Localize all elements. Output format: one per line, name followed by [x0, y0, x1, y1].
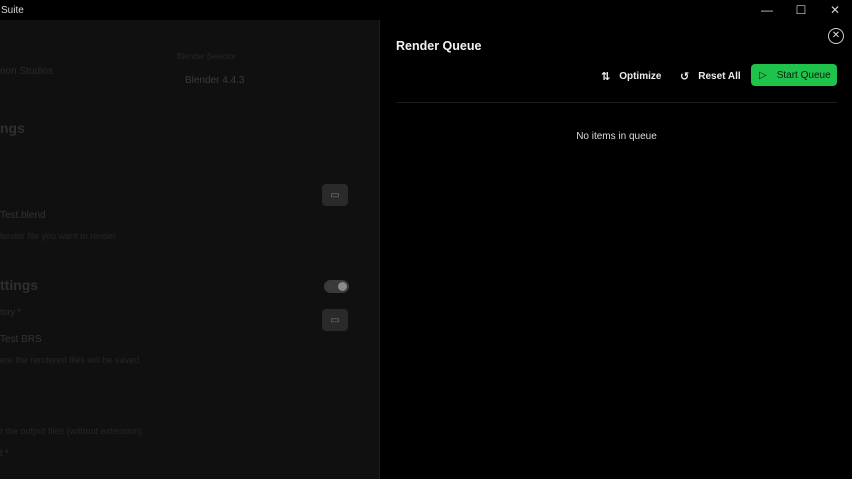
reset-icon: ↺	[680, 70, 690, 83]
output-settings-heading: ttings	[0, 277, 39, 293]
start-queue-button[interactable]: ▷ Start Queue	[751, 64, 837, 86]
maximize-button[interactable]: ☐	[784, 0, 818, 20]
reset-all-button[interactable]: ↺ Reset All	[680, 66, 741, 86]
folder-icon: ▭	[330, 314, 340, 326]
start-queue-label: Start Queue	[776, 69, 831, 81]
render-queue-panel: Render Queue ✕ ⇅ Optimize ↺ Reset All ▷ …	[379, 20, 852, 479]
blend-file-value: Test.blend	[0, 210, 46, 221]
output-settings-toggle[interactable]	[324, 280, 349, 293]
studios-label: non Studios	[0, 66, 53, 77]
close-window-button[interactable]: ✕	[818, 0, 852, 20]
browse-directory-button[interactable]: ▭	[322, 309, 348, 331]
folder-icon: ▭	[330, 189, 340, 201]
close-panel-button[interactable]: ✕	[828, 28, 844, 44]
browse-file-button[interactable]: ▭	[322, 184, 348, 206]
reset-all-label: Reset All	[698, 70, 741, 82]
empty-queue-message: No items in queue	[576, 131, 657, 142]
toggle-knob	[338, 282, 347, 291]
toolbar-divider	[396, 102, 837, 103]
format-label: t *	[0, 448, 9, 458]
close-icon: ✕	[831, 30, 841, 41]
play-icon: ▷	[759, 69, 767, 81]
minimize-button[interactable]: —	[750, 0, 784, 20]
renderer-label: Blender Selector	[177, 52, 237, 61]
app-title: Suite	[1, 4, 24, 16]
window-controls: — ☐ ✕	[750, 0, 852, 20]
output-name-hint: r the output files (without extension)	[0, 426, 143, 436]
queue-toolbar: ⇅ Optimize ↺ Reset All ▷ Start Queue	[380, 64, 852, 86]
blender-version: Blender 4.4.3	[185, 75, 245, 86]
title-bar: Suite — ☐ ✕	[0, 0, 852, 20]
optimize-button[interactable]: ⇅ Optimize	[601, 66, 661, 86]
directory-label: tory *	[0, 307, 22, 317]
blend-file-hint: lender file you want to render	[0, 231, 117, 241]
optimize-label: Optimize	[619, 70, 662, 82]
sort-arrows-icon: ⇅	[601, 70, 611, 83]
app-window: Suite — ☐ ✕ Blender Selector non Studios…	[0, 0, 852, 479]
panel-title: Render Queue	[396, 39, 482, 53]
settings-heading: ngs	[0, 120, 25, 136]
background-settings-page: Blender Selector non Studios Blender 4.4…	[0, 20, 379, 479]
directory-value: Test BRS	[0, 334, 42, 345]
directory-hint: ere the rendered files will be saved	[0, 355, 140, 365]
